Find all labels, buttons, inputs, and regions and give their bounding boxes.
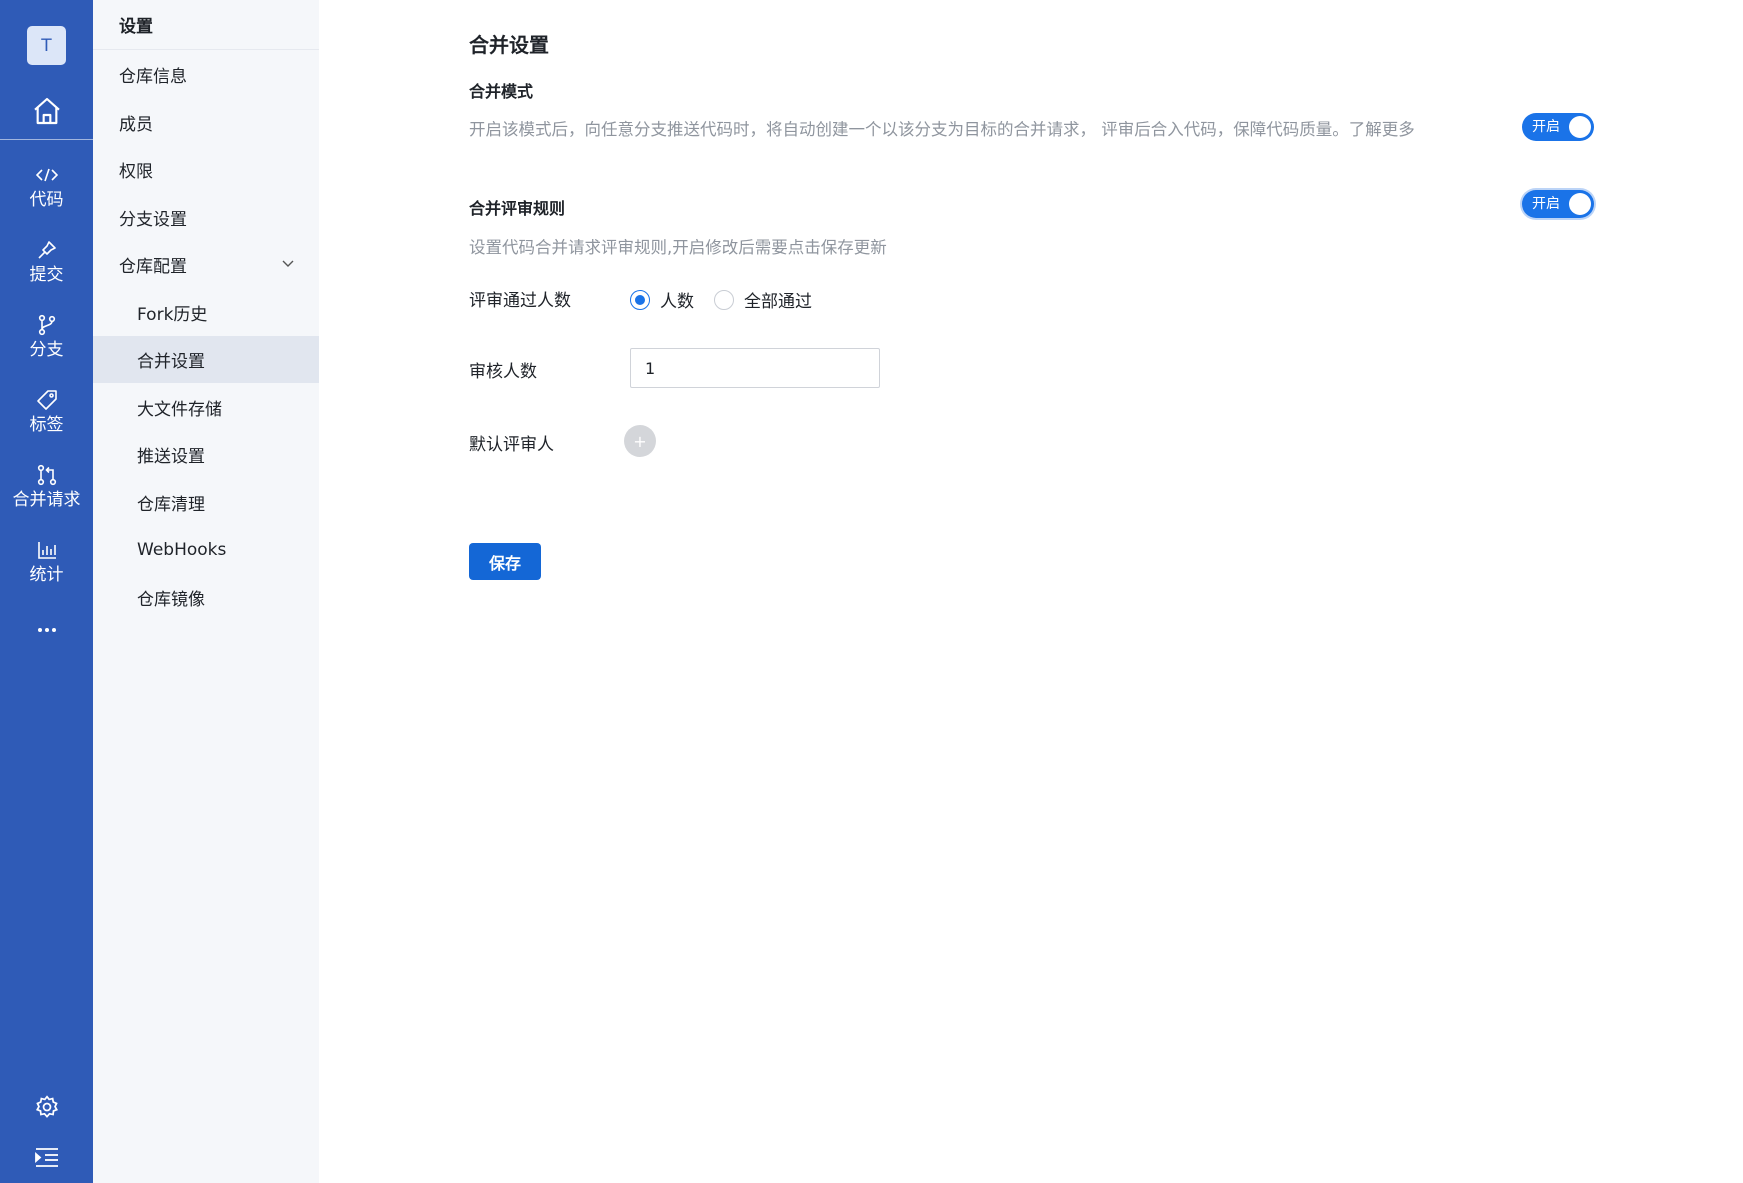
branch-icon [35,313,59,337]
chevron-down-icon [281,257,295,271]
nav-item-label: 成员 [119,115,153,135]
radio-label: 人数 [660,292,694,312]
nav-item-repo-config[interactable]: 仓库配置 [93,241,319,288]
nav-item-label: 仓库配置 [119,257,187,277]
radio-label: 全部通过 [744,292,812,312]
merge-request-icon [35,463,59,487]
nav-item-branch-settings[interactable]: 分支设置 [93,194,319,241]
radio-circle [630,289,650,310]
nav-item-large-file-storage[interactable]: 大文件存储 [93,384,319,431]
gear-icon[interactable] [29,1089,65,1125]
page-title: 合并设置 [469,33,549,57]
nav-item-label: 仓库镜像 [137,590,205,610]
icon-rail: T 代码 提交 分支 标签 合并请求 统计 [0,0,93,1183]
chart-icon [35,538,59,562]
rail-divider [0,139,93,140]
nav-item-members[interactable]: 成员 [93,99,319,146]
nav-item-label: 权限 [119,162,153,182]
app-root: T 代码 提交 分支 标签 合并请求 统计 设置 仓库信息 成员 权限 分支设置… [0,0,1743,1183]
toggle-label: 开启 [1532,196,1560,212]
settings-nav-title: 设置 [93,0,319,50]
reviewer-count-label: 审核人数 [469,362,537,382]
toggle-label: 开启 [1532,119,1560,135]
rail-item-label: 统计 [29,565,64,585]
review-rules-toggle[interactable]: 开启 [1522,190,1594,218]
rail-item-label: 标签 [29,415,64,435]
merge-mode-description: 开启该模式后，向任意分支推送代码时，将自动创建一个以该分支为目标的合并请求， 评… [469,120,1415,139]
review-rules-title: 合并评审规则 [469,199,566,218]
save-button[interactable]: 保存 [469,543,541,580]
review-rules-description: 设置代码合并请求评审规则,开启修改后需要点击保存更新 [469,238,887,257]
add-reviewer-button[interactable]: + [624,425,656,457]
rail-item-merge-request[interactable]: 合并请求 [0,463,93,525]
pin-icon [35,238,59,262]
rail-item-stats[interactable]: 统计 [0,538,93,600]
merge-mode-toggle[interactable]: 开启 [1522,113,1594,141]
avatar[interactable]: T [27,26,66,65]
nav-item-permissions[interactable]: 权限 [93,146,319,193]
nav-item-webhooks[interactable]: WebHooks [93,526,319,573]
rail-item-label: 分支 [29,340,64,360]
default-reviewer-label: 默认评审人 [469,435,554,455]
radio-circle [714,289,734,310]
settings-nav: 设置 仓库信息 成员 权限 分支设置 仓库配置 Fork历史 合并设置 大文件存… [93,0,319,1183]
nav-item-repo-info[interactable]: 仓库信息 [93,51,319,98]
nav-item-label: 大文件存储 [137,400,222,420]
nav-item-label: 分支设置 [119,210,187,230]
nav-item-push-settings[interactable]: 推送设置 [93,431,319,478]
nav-item-label: 合并设置 [137,352,205,372]
main-content: 合并设置 合并模式 开启该模式后，向任意分支推送代码时，将自动创建一个以该分支为… [319,0,1743,1183]
more-icon[interactable] [0,618,93,642]
toggle-knob [1569,193,1591,215]
rail-item-label: 合并请求 [12,490,81,510]
code-icon [35,163,59,187]
nav-item-repo-cleanup[interactable]: 仓库清理 [93,479,319,526]
toggle-knob [1569,116,1591,138]
nav-item-label: 仓库信息 [119,67,187,87]
rail-item-code[interactable]: 代码 [0,163,93,225]
radio-all-pass[interactable]: 全部通过 [714,287,812,312]
nav-item-repo-mirror[interactable]: 仓库镜像 [93,574,319,621]
collapse-menu-icon[interactable] [29,1139,65,1175]
rail-item-tag[interactable]: 标签 [0,388,93,450]
nav-item-label: WebHooks [137,539,227,560]
merge-mode-title: 合并模式 [469,82,534,101]
reviewer-count-input[interactable] [630,348,880,388]
tag-icon [35,388,59,412]
radio-by-count[interactable]: 人数 [630,287,694,312]
rail-item-commit[interactable]: 提交 [0,238,93,300]
nav-item-fork-history[interactable]: Fork历史 [93,289,319,336]
home-icon[interactable] [29,93,65,129]
pass-count-label: 评审通过人数 [469,291,571,311]
nav-item-label: 推送设置 [137,447,205,467]
rail-item-branch[interactable]: 分支 [0,313,93,375]
rail-item-label: 提交 [29,265,64,285]
nav-item-label: 仓库清理 [137,495,205,515]
nav-item-merge-settings[interactable]: 合并设置 [93,336,319,383]
plus-icon: + [633,431,647,451]
rail-item-label: 代码 [29,190,64,210]
nav-item-label: Fork历史 [137,305,208,325]
